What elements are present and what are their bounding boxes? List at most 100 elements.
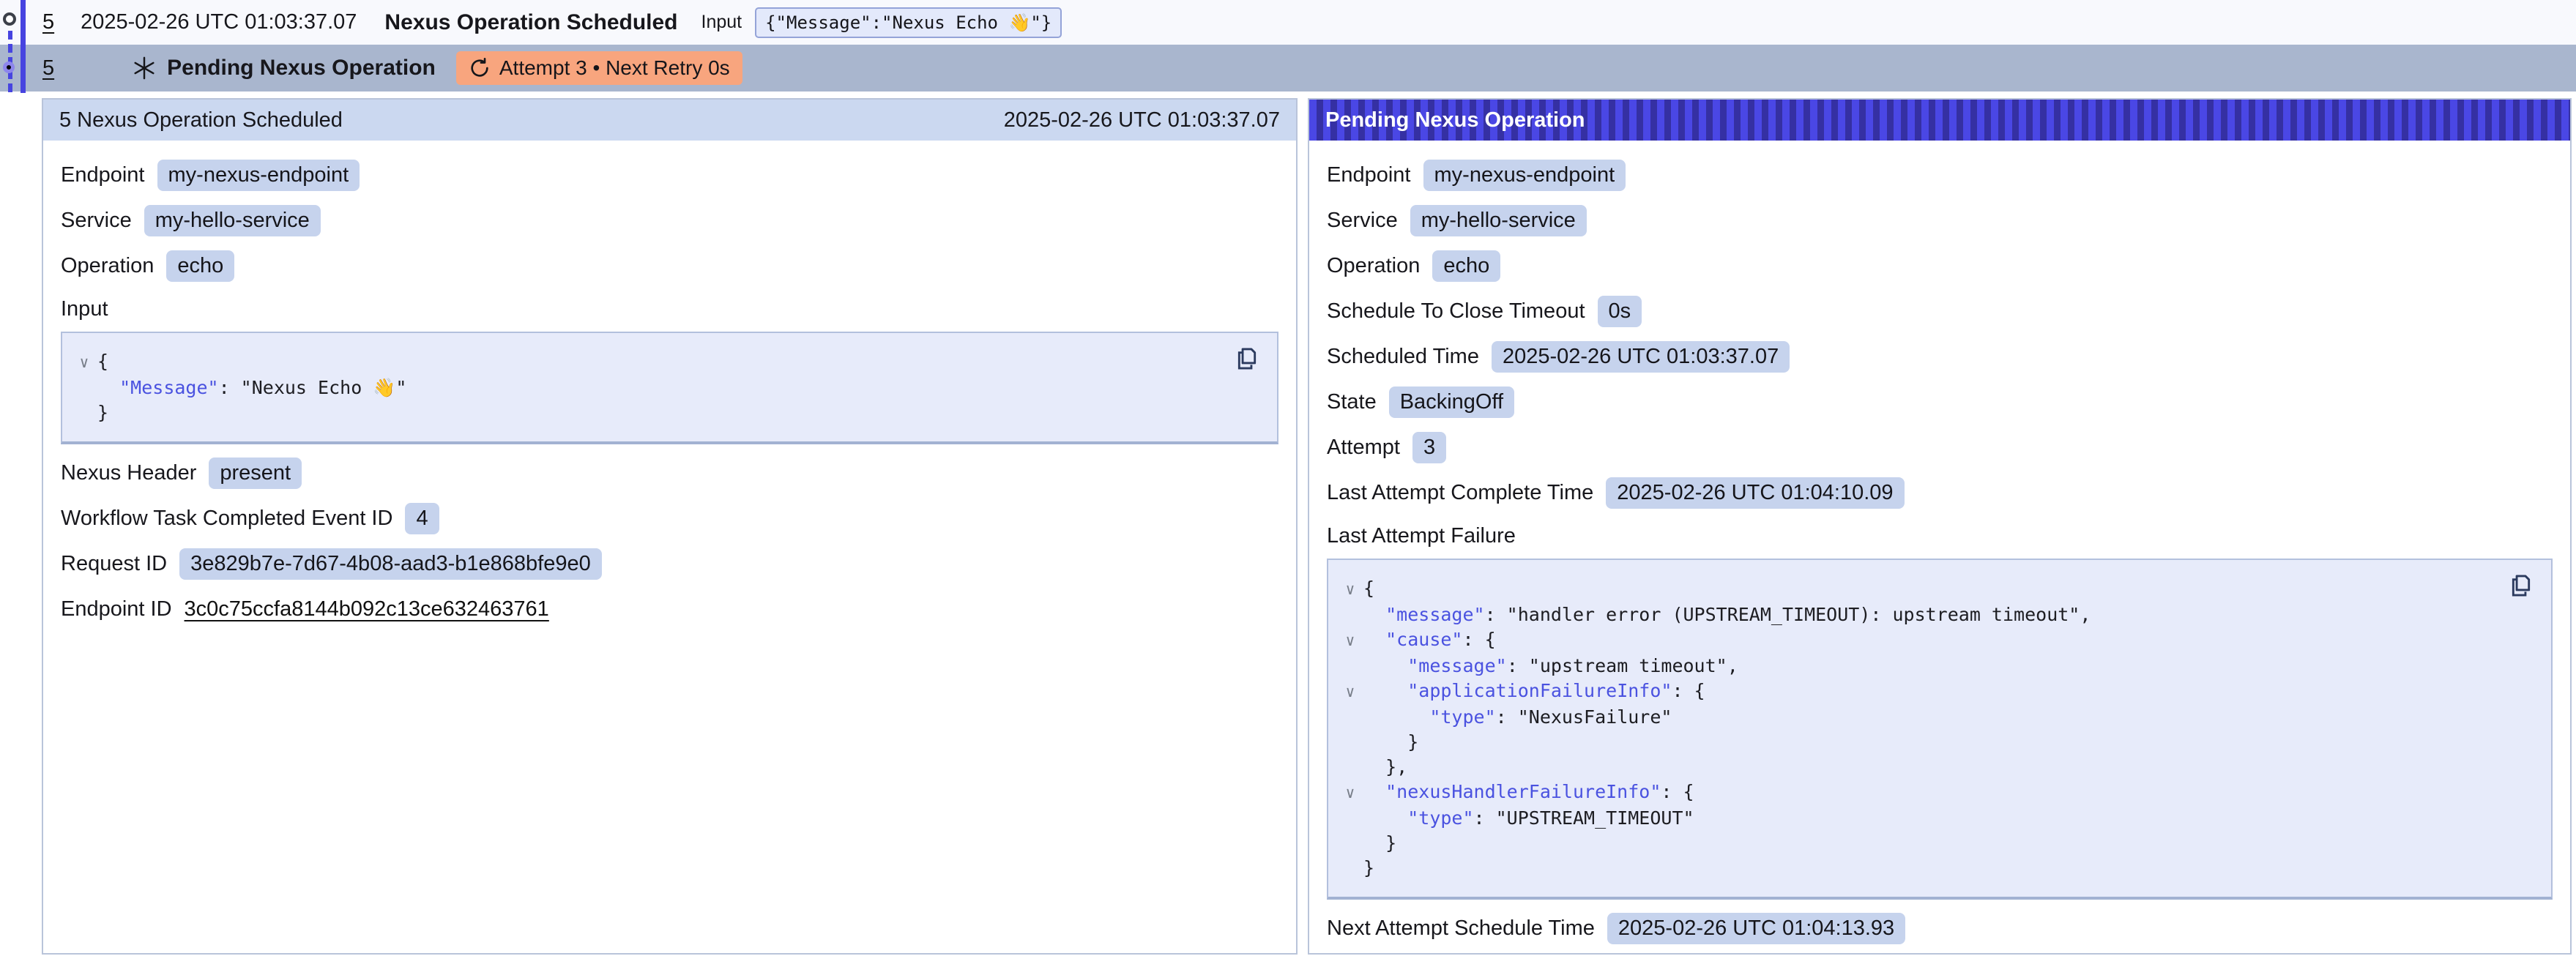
json-line: }	[1337, 831, 2500, 856]
pending-asterisk-icon	[132, 56, 157, 81]
field-value-badge: my-hello-service	[144, 205, 321, 236]
json-line: "type": "UPSTREAM_TIMEOUT"	[1337, 806, 2500, 831]
json-code: "type": "NexusFailure"	[1363, 705, 1672, 730]
scheduled-event-panel: 5 Nexus Operation Scheduled 2025-02-26 U…	[42, 98, 1298, 955]
field-row: Attempt 3	[1327, 430, 2553, 464]
field-value-badge: 2025-02-26 UTC 01:04:10.09	[1606, 477, 1904, 509]
field-row: Service my-hello-service	[1327, 203, 2553, 237]
pending-title: Pending Nexus Operation	[167, 56, 436, 81]
json-code: }	[1363, 831, 1396, 856]
field-value-badge: 2025-02-26 UTC 01:04:13.93	[1607, 913, 1905, 944]
field-label: Request ID	[61, 552, 167, 576]
json-gutter	[71, 400, 97, 425]
json-line: ∨{	[1337, 576, 2500, 602]
event-id-link[interactable]: 5	[42, 56, 54, 81]
event-id-link[interactable]: 5	[42, 10, 54, 34]
failure-json-lines: ∨{ "message": "handler error (UPSTREAM_T…	[1337, 576, 2500, 881]
json-code: "type": "UPSTREAM_TIMEOUT"	[1363, 806, 1694, 831]
json-line: ∨ "cause": {	[1337, 627, 2500, 654]
json-line: ∨{	[71, 349, 1226, 376]
scheduled-panel-header: 5 Nexus Operation Scheduled 2025-02-26 U…	[43, 100, 1296, 141]
field-label: Endpoint	[1327, 163, 1411, 187]
pending-fields-bottom: Next Attempt Schedule Time 2025-02-26 UTC…	[1327, 911, 2553, 945]
copy-button[interactable]	[2507, 572, 2535, 600]
json-gutter	[1337, 654, 1363, 679]
field-label: Last Attempt Complete Time	[1327, 481, 1593, 505]
json-code: }	[97, 400, 108, 425]
input-label: Input	[701, 12, 742, 33]
retry-icon	[469, 57, 491, 79]
copy-button[interactable]	[1233, 345, 1261, 373]
json-gutter	[71, 376, 97, 400]
json-line: }	[1337, 730, 2500, 755]
field-value-badge: my-nexus-endpoint	[157, 160, 360, 191]
field-label: Workflow Task Completed Event ID	[61, 507, 392, 531]
field-label: Attempt	[1327, 436, 1400, 460]
event-row-pending[interactable]: 5 Pending Nexus Operation Attempt 3 • Ne…	[0, 45, 2576, 92]
field-value-link[interactable]: 3c0c75ccfa8144b092c13ce632463761	[185, 597, 549, 621]
collapse-chevron-icon[interactable]: ∨	[1337, 576, 1363, 602]
scheduled-fields-top: Endpointmy-nexus-endpoint Service my-hello…	[61, 158, 1278, 283]
field-row: Operationecho	[61, 249, 1278, 283]
json-code: {	[1363, 576, 1374, 602]
field-value-badge: 3	[1412, 432, 1446, 463]
field-row: Endpointmy-nexus-endpoint	[61, 158, 1278, 192]
field-value-badge: my-nexus-endpoint	[1423, 160, 1626, 191]
field-row: Endpoint ID 3c0c75ccfa8144b092c13ce632463…	[61, 592, 1278, 626]
event-detail-panels: 5 Nexus Operation Scheduled 2025-02-26 U…	[0, 98, 2576, 955]
field-value-badge: BackingOff	[1389, 386, 1514, 418]
collapse-chevron-icon[interactable]: ∨	[71, 349, 97, 376]
field-row: State BackingOff	[1327, 385, 2553, 419]
json-code: },	[1363, 755, 1407, 780]
collapse-chevron-icon[interactable]: ∨	[1337, 627, 1363, 654]
json-gutter	[1337, 806, 1363, 831]
field-value-badge: echo	[166, 250, 234, 282]
field-value-badge: 0s	[1598, 296, 1642, 327]
field-row: Request ID 3e829b7e-7d67-4b08-aad3-b1e868…	[61, 547, 1278, 580]
input-section-label: Input	[61, 297, 1278, 321]
field-value-badge: 3e829b7e-7d67-4b08-aad3-b1e868bfe9e0	[179, 548, 602, 580]
field-row: Schedule To Close Timeout 0s	[1327, 294, 2553, 328]
pending-panel-body: Endpoint my-nexus-endpoint Service my-hello…	[1309, 141, 2570, 945]
pending-panel-title: Pending Nexus Operation	[1325, 108, 1585, 132]
json-code: "nexusHandlerFailureInfo": {	[1363, 780, 1694, 806]
json-gutter	[1337, 755, 1363, 780]
field-label: Service	[61, 209, 132, 233]
field-row: Scheduled Time2025-02-26 UTC 01:03:37.07	[1327, 340, 2553, 373]
json-line: "Message": "Nexus Echo 👋"	[71, 376, 1226, 400]
field-row: Operationecho	[1327, 249, 2553, 283]
json-code: }	[1363, 730, 1418, 755]
json-gutter	[1337, 856, 1363, 881]
field-row: Nexus Header present	[61, 456, 1278, 490]
json-line: "message": "handler error (UPSTREAM_TIME…	[1337, 602, 2500, 627]
event-timestamp: 2025-02-26 UTC 01:03:37.07	[81, 10, 357, 34]
field-label: Next Attempt Schedule Time	[1327, 916, 1595, 941]
field-label: Operation	[1327, 254, 1420, 278]
field-row: Last Attempt Complete Time 2025-02-26 UTC…	[1327, 476, 2553, 509]
field-value-badge: my-hello-service	[1410, 205, 1587, 236]
field-label: Nexus Header	[61, 461, 196, 485]
input-preview-chip: {"Message":"Nexus Echo 👋"}	[755, 7, 1062, 38]
event-title: Nexus Operation Scheduled	[384, 10, 677, 35]
field-label: Schedule To Close Timeout	[1327, 299, 1585, 324]
json-line: }	[1337, 856, 2500, 881]
json-line: ∨ "applicationFailureInfo": {	[1337, 679, 2500, 705]
json-line: "message": "upstream timeout",	[1337, 654, 2500, 679]
field-value-badge: present	[209, 458, 302, 489]
field-label: State	[1327, 390, 1377, 414]
field-label: Endpoint ID	[61, 597, 172, 621]
collapse-chevron-icon[interactable]: ∨	[1337, 780, 1363, 806]
retry-text: Attempt 3 • Next Retry 0s	[499, 56, 730, 80]
collapse-chevron-icon[interactable]: ∨	[1337, 679, 1363, 705]
event-row-scheduled[interactable]: 5 2025-02-26 UTC 01:03:37.07 Nexus Opera…	[0, 0, 2576, 45]
field-label: Service	[1327, 209, 1398, 233]
field-value-badge: 2025-02-26 UTC 01:03:37.07	[1492, 341, 1790, 373]
field-row: Endpoint my-nexus-endpoint	[1327, 158, 2553, 192]
json-code: "applicationFailureInfo": {	[1363, 679, 1705, 705]
scheduled-panel-body: Endpointmy-nexus-endpoint Service my-hello…	[43, 141, 1296, 626]
json-code: "cause": {	[1363, 627, 1496, 654]
copy-icon	[1233, 345, 1261, 373]
pending-fields: Endpoint my-nexus-endpoint Service my-hello…	[1327, 158, 2553, 509]
json-line: }	[71, 400, 1226, 425]
event-history-rows: 5 2025-02-26 UTC 01:03:37.07 Nexus Opera…	[0, 0, 2576, 92]
